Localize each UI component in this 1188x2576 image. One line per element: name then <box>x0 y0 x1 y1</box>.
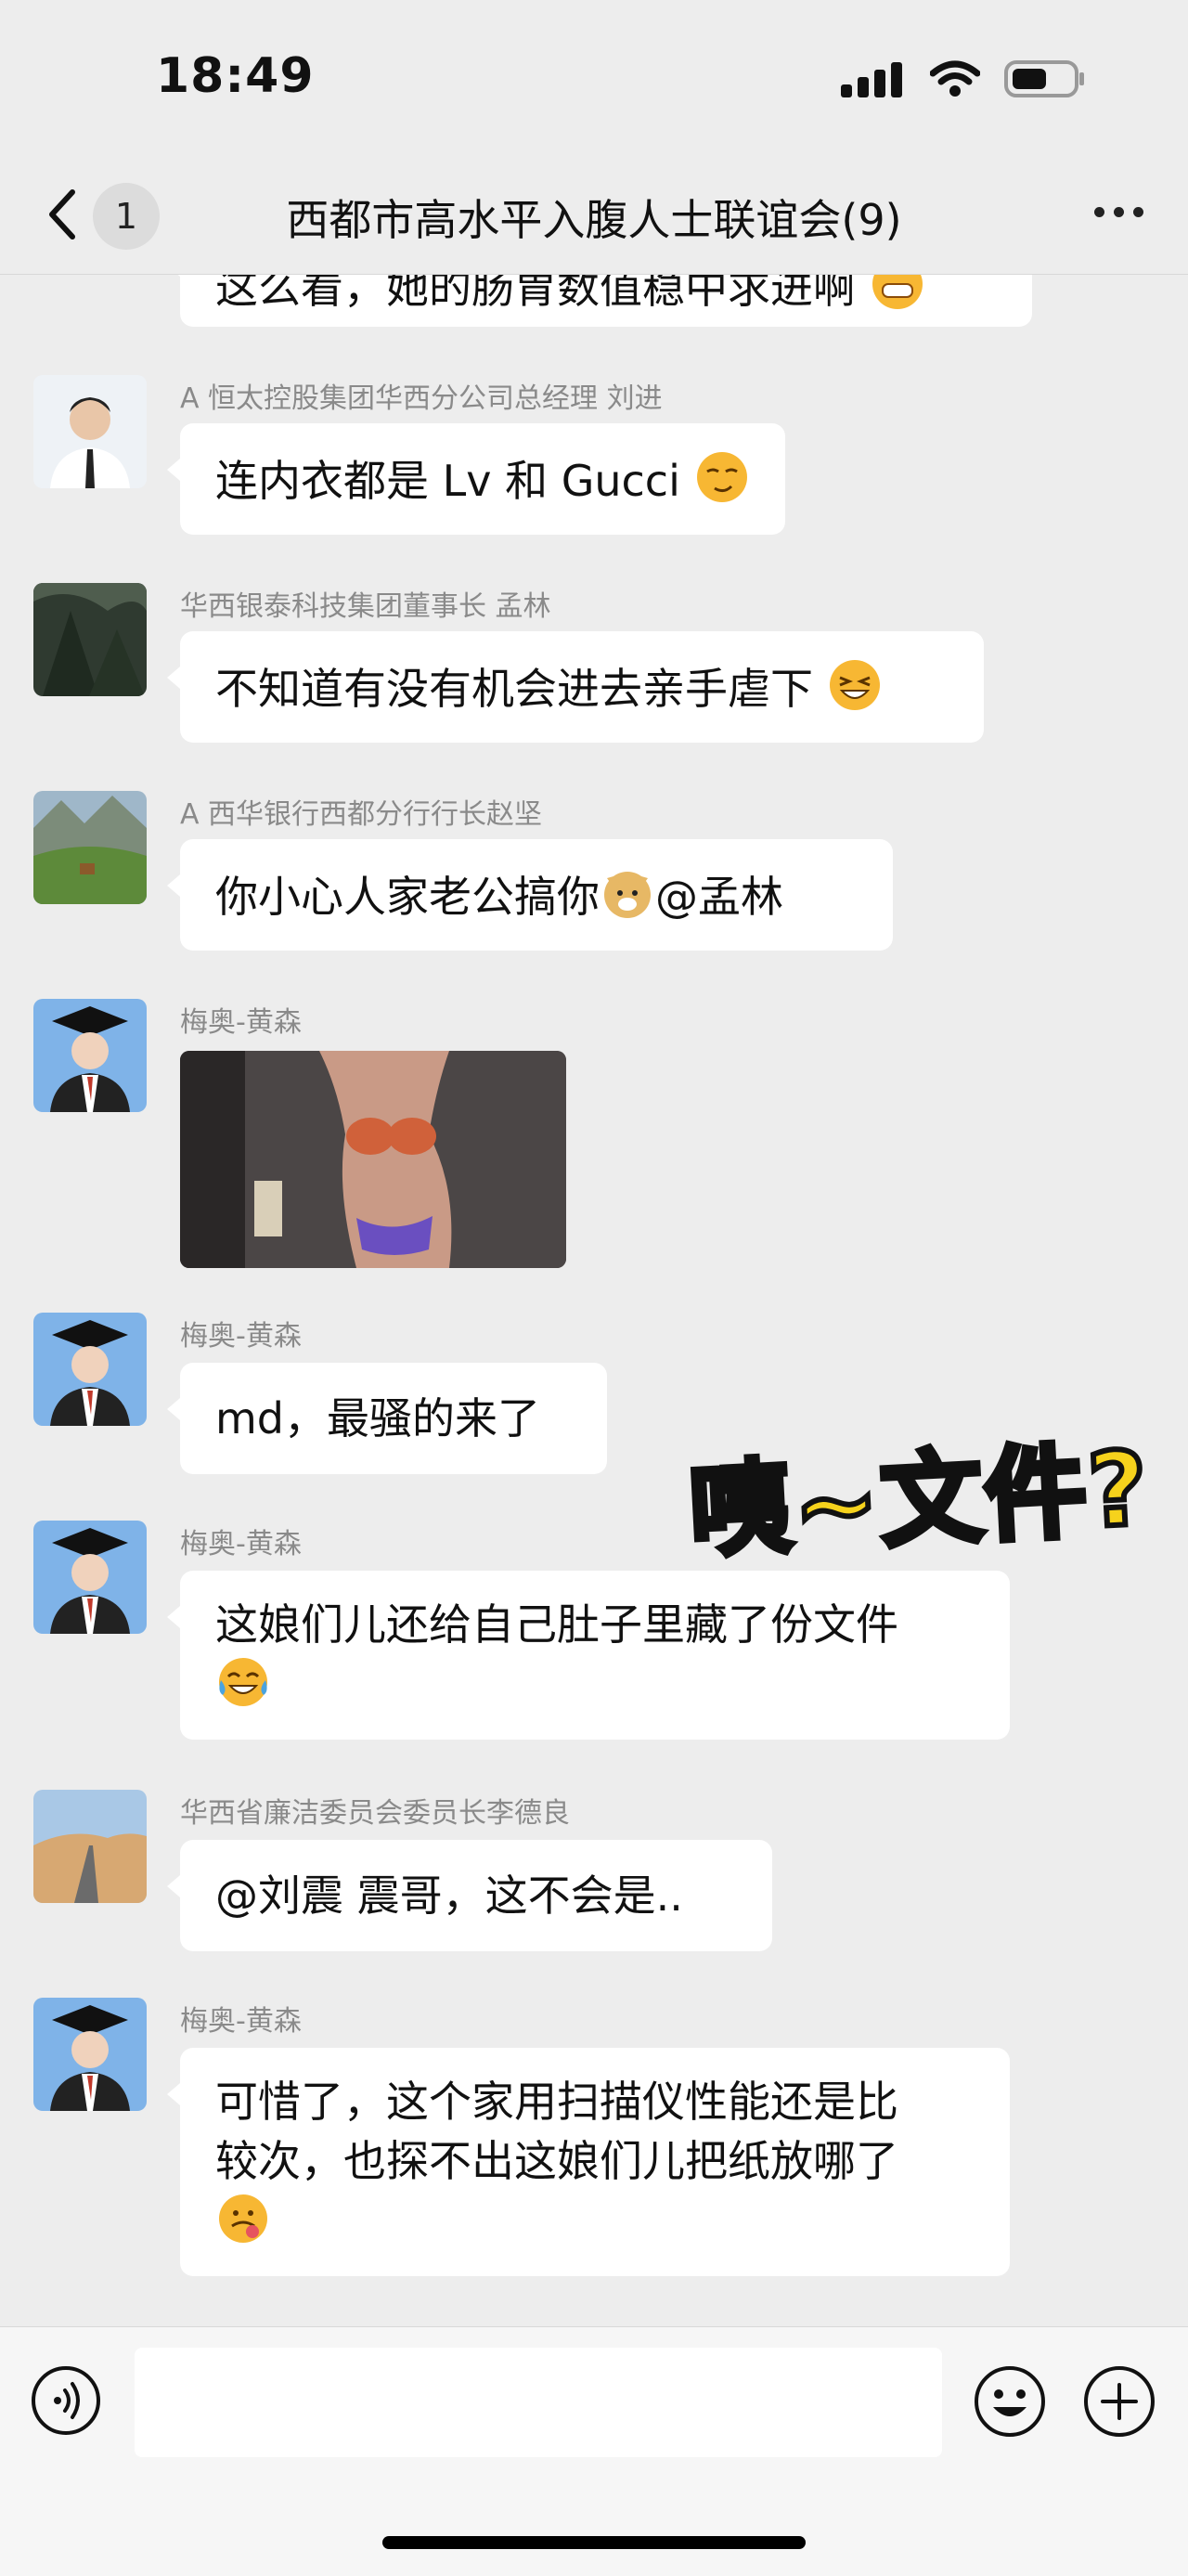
message-bubble[interactable]: 你小心人家老公搞你 @孟林 <box>167 839 893 951</box>
message-bubble[interactable]: 这娘们儿还给自己肚子里藏了份文件 <box>167 1571 1010 1740</box>
message-text-line: 较次，也探不出这娘们儿把纸放哪了 <box>215 2136 898 2186</box>
man-in-suit-avatar-icon <box>33 375 147 488</box>
avatar[interactable] <box>33 375 147 488</box>
home-indicator[interactable] <box>382 2536 806 2549</box>
message-text: 这么看，她的肠胃数值稳中求进啊 <box>215 275 856 313</box>
sender-name: A 西华银行西都分行行长赵坚 <box>180 798 543 831</box>
avatar[interactable] <box>33 583 147 696</box>
message-bubble[interactable]: @刘震 震哥，这不会是.. <box>167 1840 772 1951</box>
status-icons <box>841 59 1086 98</box>
smirk-emoji-icon <box>696 452 747 502</box>
avatar[interactable] <box>33 1521 147 1634</box>
sender-name: 梅奥-黄森 <box>180 1006 302 1039</box>
more-dot-icon <box>1114 207 1124 217</box>
chat-title: 西都市高水平入腹人士联谊会(9) <box>286 195 902 245</box>
message-text: 你小心人家老公搞你 <box>215 872 600 922</box>
forest-landscape-avatar-icon <box>33 583 147 696</box>
message-text: 连内衣都是 Lv 和 Gucci <box>215 456 680 506</box>
desert-road-avatar-icon <box>33 1790 147 1903</box>
image-message[interactable] <box>180 1051 566 1268</box>
message-text-line: 可惜了，这个家用扫描仪性能还是比 <box>215 2077 898 2127</box>
drooling-face-emoji-icon <box>219 2194 267 2243</box>
grinning-squint-emoji-icon <box>829 660 880 710</box>
sender-name: 梅奥-黄森 <box>180 2005 302 2038</box>
status-time: 18:49 <box>156 48 315 104</box>
message-input[interactable] <box>135 2348 942 2457</box>
message-text: @刘震 震哥，这不会是.. <box>215 1871 683 1921</box>
sender-name: 梅奥-黄森 <box>180 1320 302 1353</box>
signal-icon <box>841 62 902 97</box>
wifi-icon <box>930 60 980 97</box>
mention-text[interactable]: @孟林 <box>655 872 783 922</box>
more-functions-plus-icon[interactable] <box>1082 2364 1156 2439</box>
status-bar: 18:49 <box>0 0 1188 153</box>
avatar[interactable] <box>33 999 147 1112</box>
graduate-portrait-avatar-icon <box>33 1521 147 1634</box>
grin-emoji-icon <box>872 275 923 309</box>
message-bubble[interactable]: 不知道有没有机会进去亲手虐下 <box>167 631 984 743</box>
message-text: md，最骚的来了 <box>215 1393 541 1443</box>
mountain-village-avatar-icon <box>33 791 147 904</box>
doge-emoji-icon <box>604 872 651 918</box>
battery-icon <box>1004 60 1084 97</box>
sender-name: 华西省廉洁委员会委员长李德良 <box>180 1797 570 1830</box>
graduate-portrait-avatar-icon <box>33 999 147 1112</box>
message-bubble[interactable]: 这么看，她的肠胃数值稳中求进啊 <box>167 275 1032 327</box>
more-dot-icon <box>1094 207 1104 217</box>
message-text: 这娘们儿还给自己肚子里藏了份文件 <box>215 1599 898 1650</box>
chat-header: 1 西都市高水平入腹人士联谊会(9) <box>0 153 1188 275</box>
sender-name: 梅奥-黄森 <box>180 1528 302 1560</box>
message-bubble[interactable]: 可惜了，这个家用扫描仪性能还是比 较次，也探不出这娘们儿把纸放哪了 <box>167 2048 1010 2276</box>
more-dot-icon <box>1133 207 1143 217</box>
emoji-button-icon[interactable] <box>973 2364 1047 2439</box>
message-text: 不知道有没有机会进去亲手虐下 <box>215 664 813 714</box>
avatar[interactable] <box>33 1313 147 1426</box>
x-ray-body-photo-icon <box>180 1051 566 1268</box>
graduate-portrait-avatar-icon <box>33 1313 147 1426</box>
graduate-portrait-avatar-icon <box>33 1998 147 2111</box>
message-bubble[interactable]: 连内衣都是 Lv 和 Gucci <box>167 423 785 535</box>
voice-input-icon[interactable] <box>30 2364 102 2437</box>
overlay-caption: 咦~文件? <box>684 1426 1156 1574</box>
more-options-button[interactable] <box>1094 207 1143 217</box>
avatar[interactable] <box>33 1998 147 2111</box>
sender-name: A 恒太控股集团华西分公司总经理 刘进 <box>180 382 663 415</box>
message-list[interactable]: 这么看，她的肠胃数值稳中求进啊 A 恒太控股集团华西分公司总经理 刘进 连内衣都… <box>0 275 1188 2326</box>
tears-of-joy-emoji-icon <box>219 1658 267 1706</box>
message-bubble[interactable]: md，最骚的来了 <box>167 1363 607 1474</box>
avatar[interactable] <box>33 791 147 904</box>
avatar[interactable] <box>33 1790 147 1903</box>
sender-name: 华西银泰科技集团董事长 孟林 <box>180 590 551 623</box>
